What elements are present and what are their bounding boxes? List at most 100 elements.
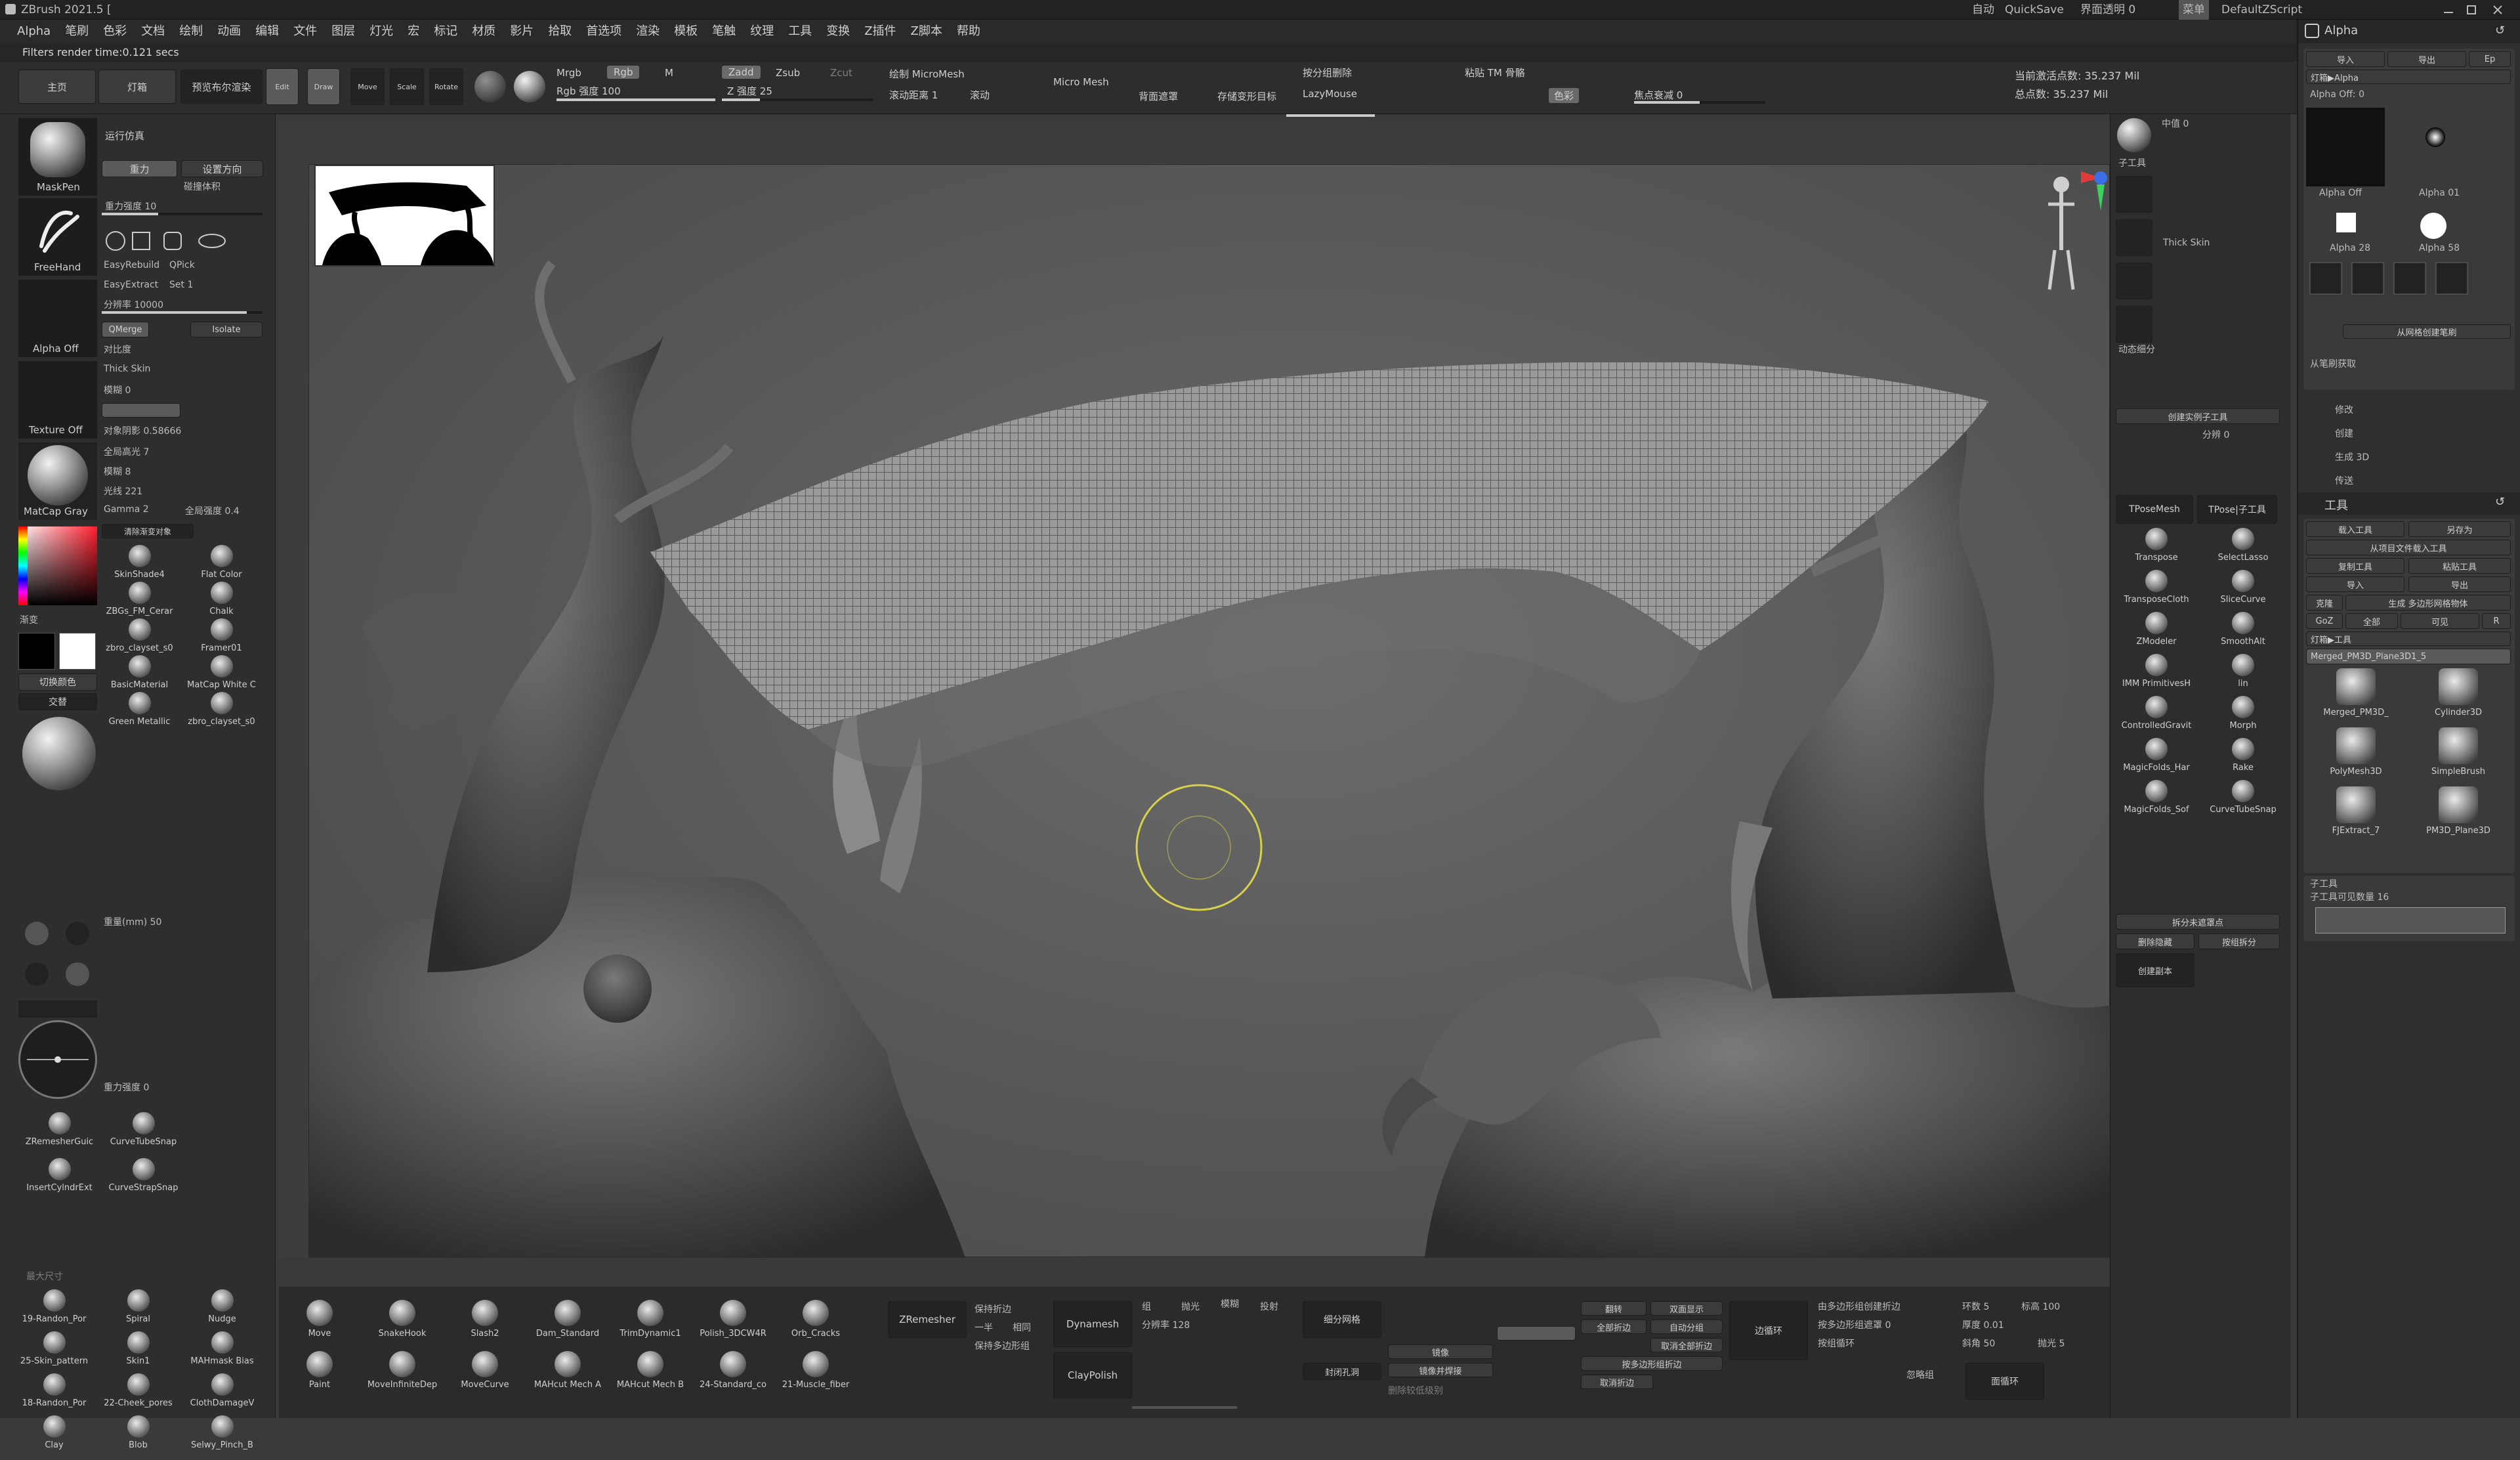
material-preview-icon[interactable] — [474, 71, 506, 102]
clear-gradient-button[interactable]: 清除渐变对象 — [102, 524, 194, 538]
menu-item[interactable]: 影片 — [510, 20, 534, 43]
goz-r-button[interactable]: R — [2482, 613, 2511, 629]
material-item[interactable]: Flat Color — [180, 545, 262, 580]
right-brush-item[interactable]: MagicFolds_Har — [2114, 738, 2198, 773]
switch-color-button[interactable]: 切换颜色 — [18, 674, 97, 691]
bottom-brush-item[interactable]: TrimDynamic1 — [610, 1300, 691, 1339]
left-brush-item[interactable]: Spiral — [97, 1289, 179, 1324]
left-tool-item[interactable]: ZRemesherGuic — [18, 1112, 100, 1147]
menu-item[interactable]: 纹理 — [750, 20, 774, 43]
bottom-shelf-scrollbar[interactable] — [1132, 1405, 1237, 1410]
goz-visible-button[interactable]: 可见 — [2401, 613, 2479, 629]
paste-tool-button[interactable]: 粘贴工具 — [2408, 558, 2511, 574]
menu-item[interactable]: Z插件 — [864, 20, 896, 43]
mask-by-polygroup-slider[interactable]: 按多边形组遮罩 0 — [1818, 1318, 1891, 1331]
refresh-icon[interactable]: ↺ — [2495, 24, 2505, 37]
crease-all-button[interactable]: 全部折边 — [1581, 1320, 1647, 1334]
left-brush-item[interactable]: 22-Cheek_pores — [97, 1373, 179, 1408]
menu-item[interactable]: 笔刷 — [65, 20, 89, 43]
edge-loop-button[interactable]: 边循环 — [1729, 1301, 1808, 1360]
tool-thumbnail[interactable]: PM3D_Plane3D — [2408, 786, 2508, 836]
subtool-count-slider[interactable]: 子工具可见数量 16 — [2310, 890, 2389, 903]
set1-button[interactable]: Set 1 — [169, 280, 193, 290]
floor-icon[interactable] — [2116, 176, 2152, 213]
left-brush-item[interactable]: Nudge — [181, 1289, 263, 1324]
material-item[interactable]: Green Metallic — [98, 692, 180, 727]
default-zscript-button[interactable]: DefaultZScript — [2221, 0, 2302, 20]
brush-slot[interactable]: MaskPen — [18, 118, 97, 196]
menu-item[interactable]: 变换 — [826, 20, 850, 43]
right-brush-item[interactable]: Morph — [2201, 696, 2285, 731]
rays-slider[interactable]: 光线 221 — [104, 484, 142, 498]
contrast-slider[interactable]: 对比度 — [104, 343, 131, 356]
color-mode-button[interactable]: 色彩 — [1549, 88, 1580, 103]
transfer-label[interactable]: 传送 — [2335, 474, 2353, 487]
menu-item[interactable]: 绘制 — [179, 20, 203, 43]
alpha58-thumb[interactable] — [2420, 213, 2446, 239]
keep-polygroups-button[interactable]: 保持多边形组 — [975, 1339, 1030, 1352]
menu-item[interactable]: 渲染 — [636, 20, 660, 43]
scale-mode-button[interactable]: Scale — [390, 68, 424, 105]
menus-button[interactable]: 菜单 — [2179, 0, 2209, 20]
load-from-project-button[interactable]: 从项目文件载入工具 — [2306, 540, 2511, 555]
goz-all-button[interactable]: 全部 — [2345, 613, 2398, 629]
left-brush-item[interactable]: Blob — [97, 1415, 179, 1450]
crease-from-polygroups-button[interactable]: 由多边形组创建折边 — [1818, 1300, 1900, 1313]
bottom-brush-item[interactable]: Polish_3DCW4R — [692, 1300, 774, 1339]
blur-slider[interactable]: 模糊 0 — [104, 383, 131, 397]
right-brush-item[interactable]: CurveTubeSnap — [2201, 780, 2285, 815]
menu-item[interactable]: 动画 — [217, 20, 241, 43]
resolution-slider[interactable]: 分辨率 10000 — [104, 298, 163, 311]
left-brush-item[interactable]: MAHmask Bias — [181, 1331, 263, 1366]
half-button[interactable]: 一半 — [975, 1321, 993, 1334]
alpha-palette-header[interactable]: Alpha ↺ — [2298, 20, 2520, 43]
bevel-slider[interactable]: 斜角 50 — [1962, 1337, 1995, 1350]
bottom-brush-item[interactable]: 21-Muscle_fiber — [775, 1351, 856, 1390]
rgb-intensity-slider[interactable]: Rgb 强度 100 — [556, 84, 621, 98]
tool-thumbnail[interactable]: FJExtract_7 — [2306, 786, 2406, 836]
backface-mask-button[interactable]: 背面遮罩 — [1139, 89, 1178, 103]
loops-slider[interactable]: 环数 5 — [1962, 1300, 1989, 1313]
gamma-slider[interactable]: Gamma 2 — [104, 504, 149, 515]
left-brush-item[interactable]: Selwy_Pinch_B — [181, 1415, 263, 1450]
gravity-strength-slider[interactable]: 重力强度 10 — [105, 200, 156, 213]
move-mode-button[interactable]: Move — [350, 68, 385, 105]
focal-shift-track[interactable] — [1634, 101, 1765, 104]
alpha01-thumb[interactable] — [2426, 127, 2445, 147]
material-item[interactable]: SkinShade4 — [98, 545, 180, 580]
menu-item[interactable]: 图层 — [331, 20, 355, 43]
global-intensity-slider[interactable]: 全局强度 0.4 — [185, 504, 240, 517]
material-slot[interactable]: MatCap Gray — [18, 442, 97, 520]
right-brush-item[interactable]: Transpose — [2114, 528, 2198, 563]
shadow-toggle[interactable] — [102, 403, 180, 418]
bottom-brush-item[interactable]: MAHcut Mech B — [610, 1351, 691, 1390]
lightbox-tool-button[interactable]: 灯箱▶工具 — [2306, 632, 2511, 646]
tool-thumbnail[interactable]: Merged_PM3D_ — [2306, 668, 2406, 718]
load-tool-button[interactable]: 载入工具 — [2306, 521, 2404, 537]
set-direction-button[interactable]: 设置方向 — [181, 160, 263, 177]
group-loops-button[interactable]: 按组循环 — [1818, 1337, 1855, 1350]
light-direction-dial[interactable] — [18, 1020, 97, 1099]
double-sided-button[interactable]: 双面显示 — [1650, 1301, 1723, 1316]
left-tool-item[interactable]: CurveStrapSnap — [102, 1158, 184, 1193]
menu-item[interactable]: 标记 — [434, 20, 457, 43]
auto-group-button[interactable]: 自动分组 — [1650, 1320, 1723, 1334]
zremesher-button[interactable]: ZRemesher — [888, 1301, 967, 1338]
material-preview-sphere[interactable] — [22, 717, 96, 790]
left-brush-item[interactable]: 19-Randon_Por — [13, 1289, 95, 1324]
home-button[interactable]: 主页 — [18, 70, 96, 104]
micro-mesh-button[interactable]: Micro Mesh — [1053, 76, 1109, 88]
subtool-title[interactable]: 子工具 — [2310, 877, 2338, 890]
material-item[interactable]: Chalk — [180, 582, 262, 616]
color-preview-icon[interactable] — [514, 71, 545, 102]
right-brush-item[interactable]: MagicFolds_Sof — [2114, 780, 2198, 815]
menu-item[interactable]: 色彩 — [103, 20, 127, 43]
left-brush-item[interactable]: ClothDamageV — [181, 1373, 263, 1408]
dynamesh-group-button[interactable]: 组 — [1142, 1300, 1151, 1313]
medium-slider[interactable]: 中值 0 — [2162, 117, 2189, 130]
render-mode-icons[interactable] — [104, 227, 235, 255]
alpha-ep-button[interactable]: Ep — [2469, 51, 2511, 67]
draw-micromesh-button[interactable]: 绘制 MicroMesh — [889, 67, 965, 81]
split-unmasked-button[interactable]: 拆分未遮罩点 — [2116, 914, 2280, 930]
alpha-off-thumb[interactable] — [2306, 108, 2385, 186]
